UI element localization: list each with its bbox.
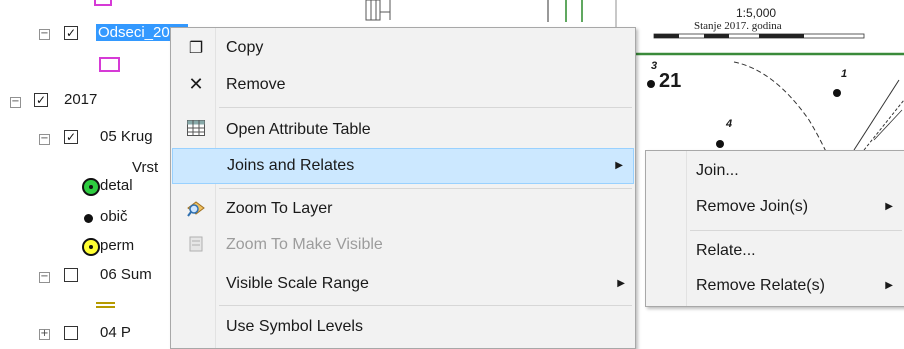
menu-separator — [219, 188, 632, 189]
legend-label-obicna: obič — [100, 208, 128, 225]
collapse-icon[interactable]: − — [39, 134, 50, 145]
joins-relates-submenu: Join... Remove Join(s) ▶ Relate... Remov… — [645, 150, 904, 307]
zoom-visible-icon — [186, 235, 206, 255]
submenu-arrow-icon: ▶ — [617, 278, 625, 289]
submenu-item-label: Join... — [696, 162, 739, 179]
menu-separator — [690, 230, 902, 231]
menu-item-label: Joins and Relates — [227, 157, 355, 174]
submenu-item-remove-relates[interactable]: Remove Relate(s) ▶ — [646, 268, 904, 304]
layer-checkbox-06[interactable] — [64, 268, 78, 282]
layer-label-06[interactable]: 06 Sum — [100, 264, 152, 286]
layer-label-05[interactable]: 05 Krug — [100, 126, 153, 148]
menu-item-use-symbol-levels[interactable]: Use Symbol Levels — [171, 309, 635, 345]
polygon-symbol — [99, 57, 120, 72]
menu-item-label: Remove — [226, 76, 286, 93]
map-point-label: 3 — [651, 60, 658, 72]
expand-icon[interactable]: + — [39, 329, 50, 340]
submenu-item-relate[interactable]: Relate... — [646, 233, 904, 269]
group-checkbox-2017[interactable]: ✓ — [34, 93, 48, 107]
layer-context-menu: ❐ Copy ✕ Remove Open Attribute Table Joi… — [170, 27, 636, 349]
group-label-2017[interactable]: 2017 — [64, 89, 97, 111]
collapse-icon[interactable]: − — [10, 97, 21, 108]
submenu-item-label: Remove Relate(s) — [696, 277, 825, 294]
menu-item-open-attribute-table[interactable]: Open Attribute Table — [171, 112, 635, 148]
submenu-item-label: Relate... — [696, 242, 756, 259]
black-point-icon — [84, 214, 93, 223]
map-subtitle-text: Stanje 2017. godina — [694, 20, 782, 32]
menu-item-copy[interactable]: ❐ Copy — [171, 30, 635, 66]
attribute-table-icon — [186, 120, 206, 140]
remove-x-icon: ✕ — [188, 74, 204, 95]
menu-item-visible-scale-range[interactable]: Visible Scale Range ▶ — [171, 266, 635, 302]
map-point-label: 21 — [659, 70, 682, 92]
green-point-icon — [82, 178, 100, 196]
menu-separator — [219, 305, 632, 306]
menu-item-label: Zoom To Make Visible — [226, 236, 383, 253]
layer-checkbox-odseci[interactable]: ✓ — [64, 26, 78, 40]
copy-icon: ❐ — [188, 38, 204, 57]
map-point-label: 1 — [841, 68, 848, 80]
layer-label-04[interactable]: 04 P — [100, 322, 131, 344]
polygon-symbol-top — [94, 0, 112, 6]
legend-label-perm: perm — [100, 237, 135, 254]
zoom-to-layer-icon — [186, 199, 206, 219]
menu-item-label: Copy — [226, 39, 264, 56]
menu-item-remove[interactable]: ✕ Remove — [171, 67, 635, 103]
menu-item-zoom-to-layer[interactable]: Zoom To Layer — [171, 191, 635, 227]
map-point-label: 4 — [726, 118, 733, 130]
map-point — [716, 140, 724, 148]
layer-checkbox-04[interactable] — [64, 326, 78, 340]
submenu-arrow-icon: ▶ — [885, 280, 893, 291]
yellow-point-icon — [82, 238, 100, 256]
menu-item-label: Use Symbol Levels — [226, 318, 363, 335]
menu-item-joins-and-relates[interactable]: Joins and Relates ▶ — [172, 148, 634, 184]
submenu-item-remove-joins[interactable]: Remove Join(s) ▶ — [646, 189, 904, 225]
collapse-icon[interactable]: − — [39, 29, 50, 40]
map-point — [647, 80, 655, 88]
submenu-arrow-icon: ▶ — [885, 201, 893, 212]
menu-separator — [219, 107, 632, 108]
collapse-icon[interactable]: − — [39, 272, 50, 283]
legend-label-detal: detal — [100, 177, 133, 194]
submenu-item-label: Remove Join(s) — [696, 198, 809, 215]
menu-item-label: Zoom To Layer — [226, 200, 333, 217]
menu-item-label: Visible Scale Range — [226, 275, 369, 292]
layer-checkbox-05[interactable]: ✓ — [64, 130, 78, 144]
submenu-arrow-icon: ▶ — [615, 160, 623, 171]
map-point — [833, 89, 841, 97]
legend-heading: Vrst — [132, 159, 159, 176]
menu-item-zoom-to-make-visible[interactable]: Zoom To Make Visible — [171, 227, 635, 263]
submenu-item-join[interactable]: Join... — [646, 153, 904, 189]
line-symbol — [96, 302, 115, 308]
menu-item-label: Open Attribute Table — [226, 121, 371, 138]
map-scale-text: 1:5,000 — [736, 6, 777, 20]
